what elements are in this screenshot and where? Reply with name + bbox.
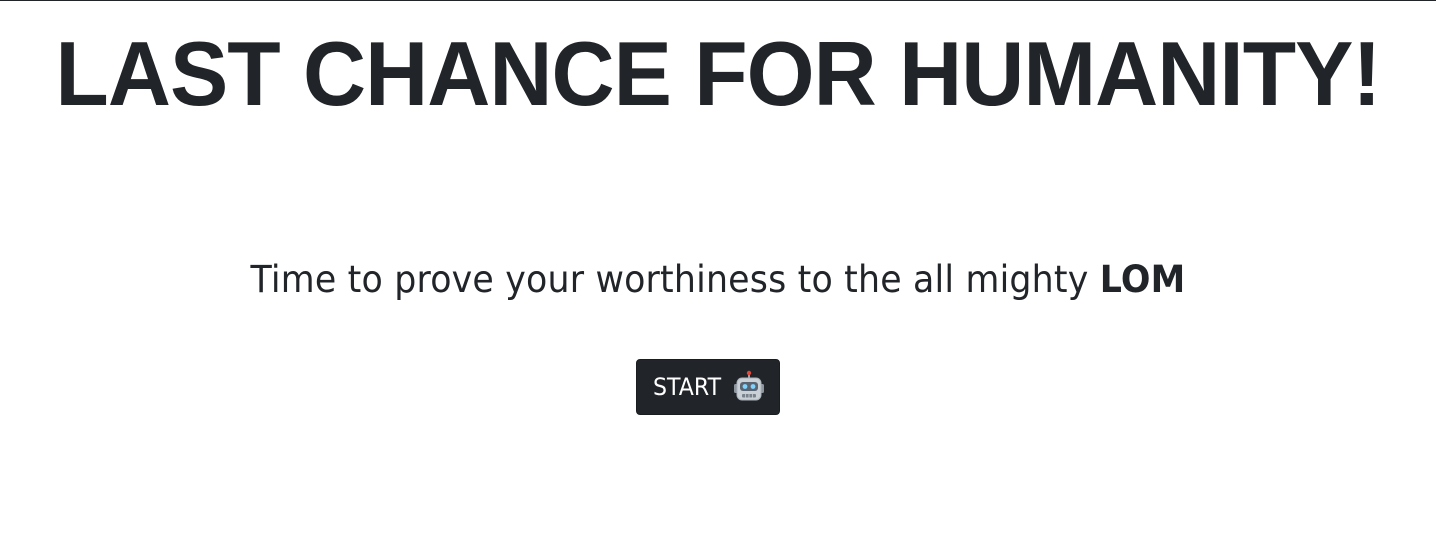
page-title: LAST CHANCE FOR HUMANITY! — [55, 24, 1381, 125]
robot-icon — [732, 370, 766, 404]
tagline: Time to prove your worthiness to the all… — [43, 256, 1393, 304]
start-button-label: START — [652, 373, 722, 401]
tagline-emphasis: LOM — [1099, 258, 1186, 301]
tagline-text: Time to prove your worthiness to the all… — [250, 258, 1089, 301]
page: LAST CHANCE FOR HUMANITY! Time to prove … — [0, 0, 1436, 540]
start-button[interactable]: START — [636, 359, 780, 415]
